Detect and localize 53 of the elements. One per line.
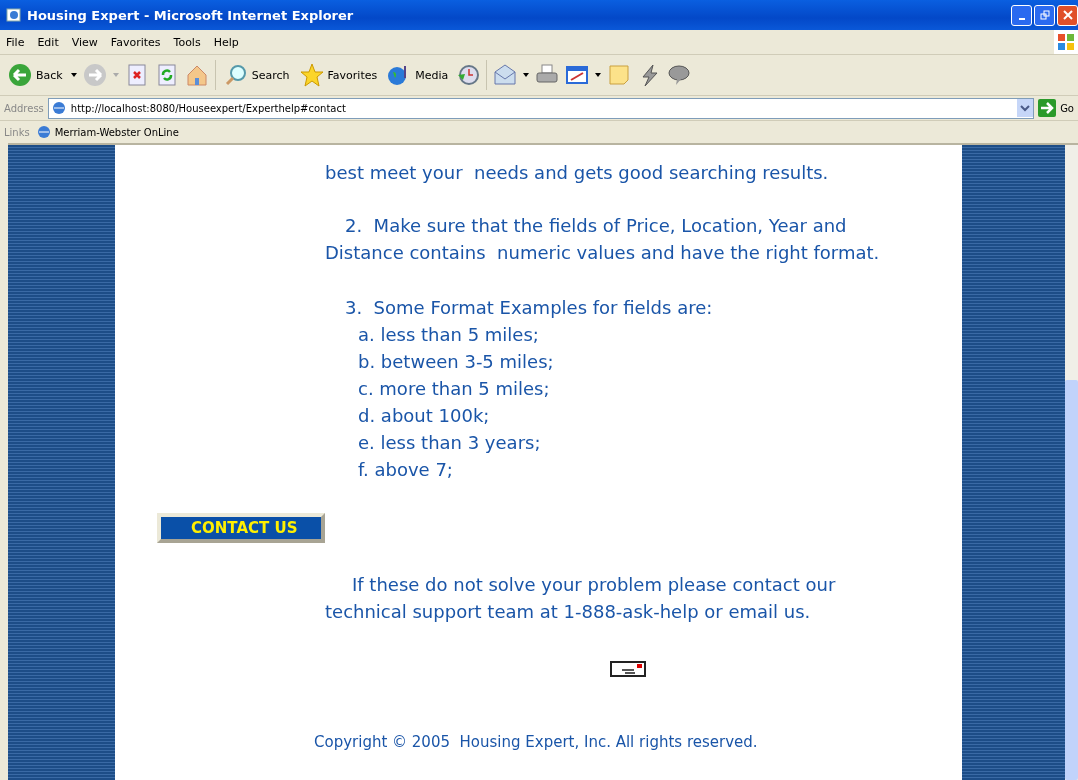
copyright-text: Copyright © 2005 Housing Expert, Inc. All rights reserved. <box>314 733 759 751</box>
close-button[interactable] <box>1057 4 1078 26</box>
favorites-button[interactable]: Favorites <box>297 63 380 87</box>
contact-us-button[interactable]: CONTACT US <box>157 513 325 543</box>
restore-icon <box>1039 10 1050 20</box>
dropdown-arrow-icon[interactable] <box>523 73 530 77</box>
help-text: f. above 7; <box>357 458 454 482</box>
menu-item[interactable]: Tools <box>173 35 201 49</box>
search-button[interactable]: Search <box>221 63 292 87</box>
help-text: 3. Some Format Examples for fields are: <box>344 296 714 320</box>
home-icon[interactable] <box>184 63 209 87</box>
history-icon[interactable] <box>456 63 481 87</box>
media-button[interactable]: Media <box>385 63 451 87</box>
go-arrow-icon <box>1038 99 1057 117</box>
star-icon <box>299 63 324 87</box>
close-icon <box>1062 10 1073 20</box>
help-text: b. between 3-5 miles; <box>357 350 555 374</box>
edit-icon[interactable] <box>565 63 590 87</box>
address-field[interactable]: http://localhost:8080/Houseexpert/Experthelp#contact <box>47 97 1035 119</box>
envelope-icon[interactable] <box>610 661 646 677</box>
help-text: c. more than 5 miles; <box>357 377 551 401</box>
minimize-icon <box>1018 17 1025 20</box>
window-title: Housing Expert - Microsoft Internet Explorer <box>27 7 354 23</box>
scrollbar[interactable] <box>1065 145 1078 780</box>
link[interactable]: Merriam-Webster OnLine <box>35 124 179 140</box>
help-text: Distance contains numeric values and have the right format. <box>325 241 881 265</box>
page-icon <box>35 124 52 140</box>
help-text: 2. Make sure that the fields of Price, Location, Year and <box>344 214 848 238</box>
menu-item[interactable]: Help <box>213 35 239 49</box>
dropdown-arrow-icon[interactable] <box>595 73 602 77</box>
help-text: d. about 100k; <box>357 404 491 428</box>
browser-icon <box>6 7 22 23</box>
links-label: Links <box>4 126 30 138</box>
support-text: If these do not solve your problem please contact our <box>351 573 837 597</box>
menu-item[interactable]: Favorites <box>110 35 161 49</box>
help-text: e. less than 3 years; <box>357 431 542 455</box>
page-icon <box>50 100 67 116</box>
restore-button[interactable] <box>1034 4 1055 26</box>
help-text: a. less than 5 miles; <box>357 323 540 347</box>
mail-icon[interactable] <box>493 63 518 87</box>
go-button[interactable]: Go <box>1038 99 1074 117</box>
speech-bubble-icon[interactable] <box>667 63 692 87</box>
help-text: best meet your needs and gets good searching results. <box>325 161 830 185</box>
address-label: Address <box>4 102 44 114</box>
menu-item[interactable]: Edit <box>37 35 59 49</box>
support-text: technical support team at 1-888-ask-help or email us. <box>325 600 812 624</box>
menu-item[interactable]: File <box>6 35 25 49</box>
dropdown-arrow-icon[interactable] <box>70 73 77 77</box>
back-button[interactable]: Back <box>6 63 65 87</box>
minimize-button[interactable] <box>1011 4 1032 26</box>
windows-logo-icon <box>1054 30 1078 54</box>
menu-item[interactable]: View <box>71 35 98 49</box>
search-icon <box>223 63 248 87</box>
